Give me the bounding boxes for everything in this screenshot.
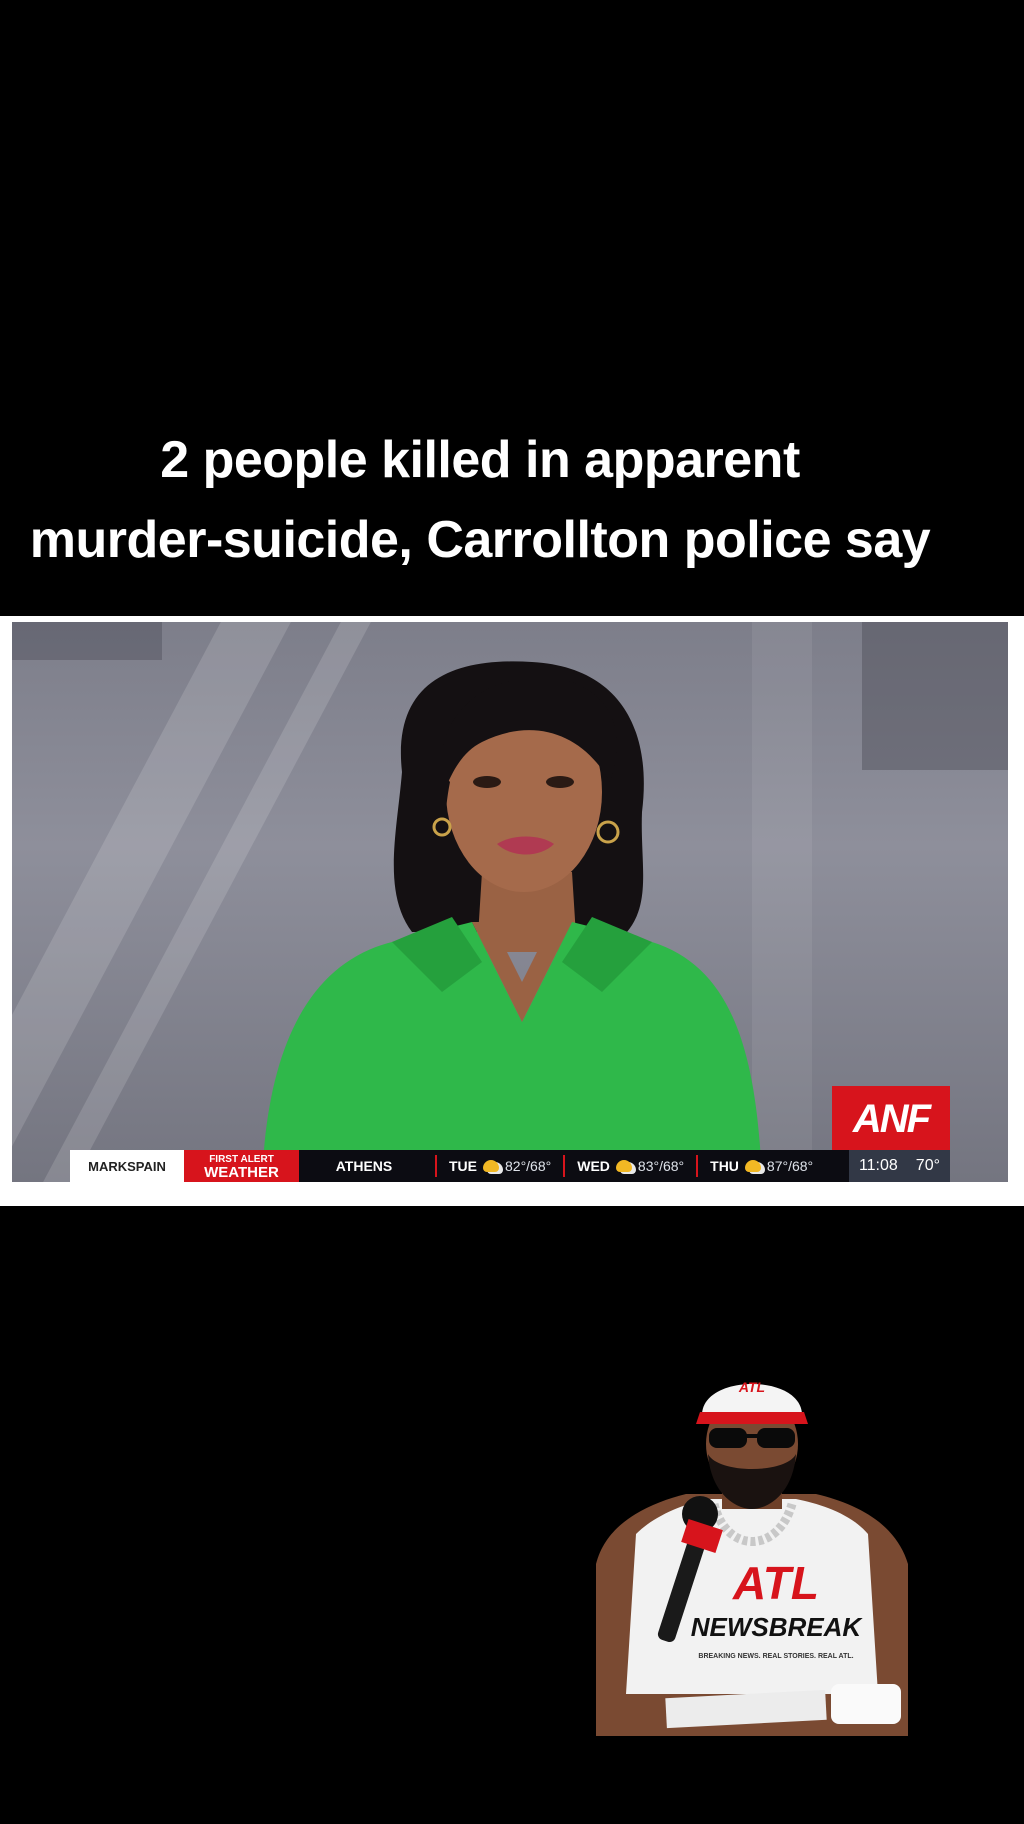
forecast-temps: 83°/68° — [637, 1158, 685, 1174]
station-logo: ANF — [832, 1086, 950, 1152]
forecast-temps: 82°/68° — [505, 1158, 552, 1174]
forecast-day: TUE 82°/68° — [443, 1158, 557, 1174]
forecast-day: THU 87°/68° — [704, 1158, 819, 1174]
time-temp-block: 11:08 70° — [848, 1150, 950, 1182]
forecast-temps: 87°/68° — [766, 1158, 814, 1174]
ticker-divider — [696, 1155, 699, 1177]
broadcast-time: 11:08 — [858, 1157, 898, 1174]
shirt-logo-bottom: NEWSBREAK — [691, 1612, 864, 1642]
headline-caption: 2 people killed in apparent murder-suici… — [0, 420, 960, 580]
headline-line-2: murder-suicide, Carrollton police say — [29, 511, 931, 569]
ticker-divider — [435, 1155, 437, 1177]
video-frame: ANF MARKSPAIN FIRST ALERT WEATHER ATHENS… — [0, 616, 1024, 1206]
sponsor-label: MARKSPAIN — [70, 1150, 184, 1182]
forecast-day: WED 83°/68° — [571, 1158, 690, 1174]
forecast-day-label: WED — [577, 1158, 610, 1174]
alert-big-text: WEATHER — [204, 1164, 279, 1181]
headline-line-1: 2 people killed in apparent — [160, 431, 800, 489]
news-video[interactable]: ANF MARKSPAIN FIRST ALERT WEATHER ATHENS… — [12, 622, 1008, 1182]
shirt-tagline: BREAKING NEWS. REAL STORIES. REAL ATL. — [698, 1653, 853, 1660]
ticker-divider — [563, 1155, 566, 1177]
weather-ticker: MARKSPAIN FIRST ALERT WEATHER ATHENS TUE… — [70, 1150, 950, 1182]
partly-cloudy-icon — [615, 1160, 632, 1172]
first-alert-weather-badge: FIRST ALERT WEATHER — [184, 1150, 299, 1182]
partly-cloudy-icon — [744, 1160, 761, 1172]
atl-newsbreak-host-illustration: ATL ATL NEWSBREAK BREAKING NEWS. REAL ST… — [596, 1379, 908, 1736]
forecast-day-label: TUE — [449, 1158, 477, 1174]
shirt-logo-top: ATL — [732, 1557, 819, 1609]
current-temperature: 70° — [915, 1157, 940, 1174]
ticker-city: ATHENS — [335, 1158, 393, 1174]
partly-cloudy-icon — [483, 1160, 499, 1172]
forecast-day-label: THU — [710, 1158, 739, 1174]
cap-logo-text: ATL — [738, 1379, 765, 1395]
